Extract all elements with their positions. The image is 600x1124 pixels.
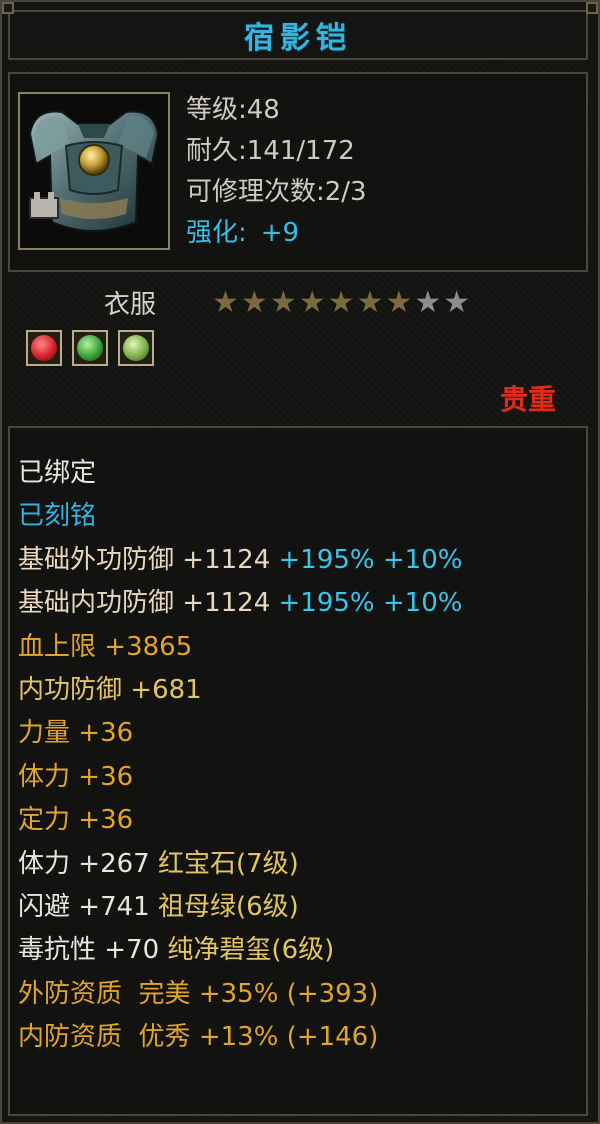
gem-bonus-row: 毒抗性 +70 纯净碧玺(6级) <box>18 929 462 972</box>
item-icon-frame <box>18 92 170 250</box>
star-empty-icon: ★ <box>414 285 442 320</box>
attr-value: +36 <box>78 805 134 836</box>
attr-value: +36 <box>78 718 134 749</box>
item-durability: 耐久:141/172 <box>186 136 355 166</box>
attr-percent: +35% <box>198 978 279 1009</box>
item-tooltip: 宿影铠 等级:48 耐久:141/172 可修理次数:2/3 强化: +9 衣服… <box>0 0 600 1124</box>
inner-quality-row: 内防资质 优秀 +13% (+146) <box>18 1016 462 1059</box>
item-name: 宿影铠 <box>244 21 352 56</box>
attr-value: +70 <box>104 935 160 966</box>
star-rating: ★ ★ ★ ★ ★ ★ ★ ★ ★ <box>212 288 470 318</box>
inner-defense-bonus-row: 内功防御 +681 <box>18 669 462 712</box>
frame-corner <box>586 2 598 14</box>
green-gem-icon <box>77 335 103 361</box>
attr-label: 基础外功防御 <box>18 544 175 575</box>
attr-label: 定力 <box>18 805 71 836</box>
attr-label: 力量 <box>18 718 71 749</box>
attr-label: 体力 <box>18 848 71 879</box>
gem-slots <box>26 330 154 366</box>
gem-name: 红宝石(7级) <box>157 848 299 879</box>
rarity-label: 贵重 <box>499 383 556 416</box>
item-info: 衣服 ★ ★ ★ ★ ★ ★ ★ ★ ★ 贵重 <box>8 282 588 422</box>
gem-slot[interactable] <box>118 330 154 366</box>
engraved-status: 已刻铭 <box>18 501 97 532</box>
item-repair-count: 可修理次数:2/3 <box>186 177 367 207</box>
attr-bonus: (+393) <box>286 978 379 1009</box>
attribute-panel: 已绑定 已刻铭 基础外功防御 +1124 +195% +10% 基础内功防御 +… <box>8 426 588 1116</box>
attr-percent: +195% <box>278 588 375 619</box>
attr-percent: +13% <box>198 1022 279 1053</box>
quality-grade: 优秀 <box>138 1022 191 1053</box>
attr-value: +267 <box>78 848 150 879</box>
star-filled-icon: ★ <box>240 285 268 320</box>
attr-label: 毒抗性 <box>18 935 97 966</box>
quality-grade: 完美 <box>138 978 191 1009</box>
attr-label: 闪避 <box>18 892 71 923</box>
jade-gem-icon <box>123 335 149 361</box>
star-filled-icon: ★ <box>356 285 384 320</box>
hp-row: 血上限 +3865 <box>18 626 462 669</box>
gem-slot[interactable] <box>72 330 108 366</box>
attr-value: +681 <box>130 675 202 706</box>
attr-bonus: +10% <box>382 544 463 575</box>
star-filled-icon: ★ <box>269 285 297 320</box>
star-filled-icon: ★ <box>327 285 355 320</box>
attr-label: 基础内功防御 <box>18 588 175 619</box>
attr-value: +741 <box>78 892 150 923</box>
item-level: 等级:48 <box>186 95 280 125</box>
attr-value: +1124 <box>182 544 271 575</box>
bound-status: 已绑定 <box>18 458 97 488</box>
attr-bonus: (+146) <box>286 1022 379 1053</box>
stamina-row: 体力 +36 <box>18 756 462 799</box>
star-filled-icon: ★ <box>212 285 239 320</box>
frame-corner <box>2 2 14 14</box>
strength-row: 力量 +36 <box>18 712 462 755</box>
attr-label: 血上限 <box>18 631 97 662</box>
gem-name: 祖母绿(6级) <box>157 892 299 923</box>
outer-defense-row: 基础外功防御 +1124 +195% +10% <box>18 539 462 582</box>
title-bar: 宿影铠 <box>8 10 588 60</box>
inner-defense-row: 基础内功防御 +1124 +195% +10% <box>18 582 462 625</box>
focus-row: 定力 +36 <box>18 799 462 842</box>
item-enhance: 强化: +9 <box>186 213 367 254</box>
item-header: 等级:48 耐久:141/172 可修理次数:2/3 强化: +9 <box>8 72 588 272</box>
item-type: 衣服 <box>104 290 157 320</box>
red-gem-icon <box>31 335 57 361</box>
attr-percent: +195% <box>278 544 375 575</box>
attr-value: +1124 <box>182 588 271 619</box>
item-stats: 等级:48 耐久:141/172 可修理次数:2/3 强化: +9 <box>186 90 367 254</box>
attr-label: 体力 <box>18 761 71 792</box>
attr-label: 外防资质 <box>18 978 123 1009</box>
chest-armor-icon <box>20 94 168 248</box>
attribute-list: 已绑定 已刻铭 基础外功防御 +1124 +195% +10% 基础内功防御 +… <box>18 452 462 1060</box>
star-filled-icon: ★ <box>385 285 413 320</box>
gem-bonus-row: 闪避 +741 祖母绿(6级) <box>18 886 462 929</box>
star-filled-icon: ★ <box>298 285 326 320</box>
gem-name: 纯净碧玺(6级) <box>167 935 335 966</box>
attr-label: 内功防御 <box>18 675 123 706</box>
enhance-value: +9 <box>260 218 300 248</box>
star-empty-icon: ★ <box>443 285 471 320</box>
outer-quality-row: 外防资质 完美 +35% (+393) <box>18 973 462 1016</box>
attr-value: +3865 <box>104 631 193 662</box>
gem-bonus-row: 体力 +267 红宝石(7级) <box>18 843 462 886</box>
attr-label: 内防资质 <box>18 1022 123 1053</box>
attr-bonus: +10% <box>382 588 463 619</box>
enhance-label: 强化: <box>186 218 247 248</box>
gem-slot[interactable] <box>26 330 62 366</box>
attr-value: +36 <box>78 761 134 792</box>
